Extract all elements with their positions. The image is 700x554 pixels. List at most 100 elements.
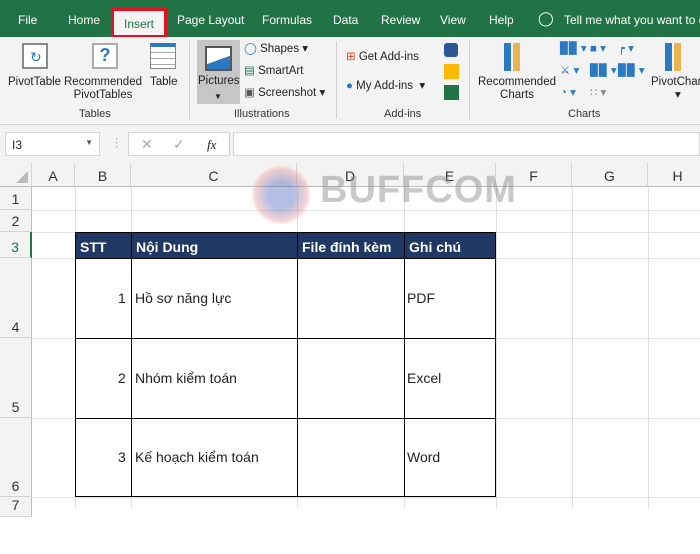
group-label-charts: Charts [568,108,601,120]
tab-review[interactable]: Review [381,13,420,27]
column-header-a[interactable]: A [32,163,75,187]
combo-chart-button[interactable]: ▉▉ ▾ [618,65,645,78]
screenshot-button[interactable]: ▣ Screenshot ▾ [244,87,325,100]
column-header-b[interactable]: B [75,163,131,187]
bing-maps-icon[interactable] [444,64,459,79]
shapes-icon: ◯ [244,43,257,55]
row-header-6[interactable]: 6 [0,418,32,497]
label: PivotTables [73,89,133,101]
recommended-pivot-icon: ? [92,43,118,69]
get-addins-button[interactable]: ⊞ Get Add-ins [346,51,419,64]
tab-view[interactable]: View [440,13,466,27]
header-content[interactable]: Nội Dung [131,232,298,259]
my-addins-button[interactable]: ● My Add-ins ▾ [346,80,425,93]
label: My Add-ins [356,80,414,92]
enter-icon[interactable]: ✓ [173,136,185,153]
cell-note[interactable]: Word [407,449,440,465]
column-chart-button[interactable]: ▉▉ ▾ [560,43,587,56]
pivottable-button[interactable]: PivotTable [8,76,61,89]
table-icon [150,43,176,69]
cell-stt[interactable]: 2 [118,370,126,386]
statistic-chart-button[interactable]: ▉▉ ▾ [590,65,617,78]
label: Get Add-ins [358,51,419,63]
tab-formulas[interactable]: Formulas [262,13,312,27]
chevron-down-icon[interactable]: ▼ [85,138,93,147]
group-label-illustrations: Illustrations [234,108,290,120]
pivottable-icon: ↻ [22,43,48,69]
pivotchart-button[interactable]: PivotChart ▾ [651,76,700,102]
hierarchy-chart-button[interactable]: ■ ▾ [590,43,606,56]
pictures-button[interactable]: Pictures ▼ [197,40,240,104]
group-label-tables: Tables [79,108,111,120]
label: Pictures [198,75,240,87]
group-label-addins: Add-ins [384,108,422,120]
divider [189,41,190,119]
row-header-2[interactable]: 2 [0,210,32,232]
pictures-icon [205,46,232,71]
label: Charts [500,89,534,101]
visio-icon[interactable] [444,43,458,57]
divider [469,41,470,119]
tab-data[interactable]: Data [333,13,358,27]
my-addins-icon: ● [346,80,353,92]
header-stt[interactable]: STT [75,232,132,259]
table-button[interactable]: Table [150,76,178,89]
header-attachment[interactable]: File đính kèm [297,232,405,259]
cell-stt[interactable]: 3 [118,449,126,465]
cell-note[interactable]: Excel [407,370,441,386]
cell-content[interactable]: Kế hoạch kiểm toán [135,449,259,465]
tab-page-layout[interactable]: Page Layout [177,13,244,27]
row-header-7[interactable]: 7 [0,497,32,517]
formula-input[interactable] [233,132,700,156]
pie-chart-button[interactable]: ◔ ▾ [560,87,576,100]
watermark-text: BUFFCOM [320,169,517,211]
scatter-chart-button[interactable]: ∷ ▾ [590,87,606,100]
row-header-1[interactable]: 1 [0,187,32,210]
tab-file[interactable]: File [18,13,37,27]
label: Recommended [478,76,556,88]
cell-note[interactable]: PDF [407,290,435,306]
recommended-pivottables-button[interactable]: Recommended PivotTables [64,76,142,102]
column-header-h[interactable]: H [648,163,700,187]
name-box-value: I3 [12,138,23,152]
line-chart-button[interactable]: ⚔ ▾ [560,65,579,78]
get-addins-icon: ⊞ [346,51,356,63]
label: SmartArt [258,65,304,77]
divider [336,41,337,119]
cancel-icon[interactable]: ✕ [141,136,153,153]
tab-insert[interactable]: Insert [111,8,168,38]
recommended-charts-icon [504,43,530,71]
header-note[interactable]: Ghi chú [404,232,496,259]
more-icon: ⋮ [111,137,123,149]
name-box[interactable]: I3 ▼ [5,132,100,156]
dropdown-arrow: ▼ [214,92,222,101]
cell-content[interactable]: Nhóm kiểm toán [135,370,237,386]
lightbulb-icon: ◯ [538,10,554,26]
label: Recommended [64,76,142,88]
row-header-5[interactable]: 5 [0,338,32,418]
ribbon: ↻ PivotTable ? Recommended PivotTables Ta… [0,37,700,125]
people-graph-icon[interactable] [444,85,459,100]
label: Screenshot [258,87,317,99]
row-header-3[interactable]: 3 [0,232,32,258]
ribbon-tabs: File Home Insert Page Layout Formulas Da… [0,0,700,38]
tab-home[interactable]: Home [68,13,100,27]
smartart-icon: ▤ [244,65,255,77]
pivotchart-icon [665,43,689,71]
label: PivotChart [651,76,700,88]
recommended-charts-button[interactable]: Recommended Charts [478,76,556,102]
tell-me-search[interactable]: Tell me what you want to do [564,13,700,27]
tab-help[interactable]: Help [489,13,514,27]
cell-stt[interactable]: 1 [118,290,126,306]
row-header-4[interactable]: 4 [0,258,32,338]
cell-content[interactable]: Hồ sơ năng lực [135,290,231,306]
formula-bar-area: I3 ▼ ⋮ ✕ ✓ fx [0,125,700,163]
shapes-button[interactable]: ◯ Shapes ▾ [244,43,308,56]
select-all-corner[interactable] [0,163,32,187]
waterfall-chart-button[interactable]: ┍ ▾ [618,43,634,56]
label: Shapes [260,43,300,55]
column-header-g[interactable]: G [572,163,648,187]
smartart-button[interactable]: ▤ SmartArt [244,65,303,78]
screenshot-icon: ▣ [244,87,255,99]
function-icon[interactable]: fx [207,137,216,153]
